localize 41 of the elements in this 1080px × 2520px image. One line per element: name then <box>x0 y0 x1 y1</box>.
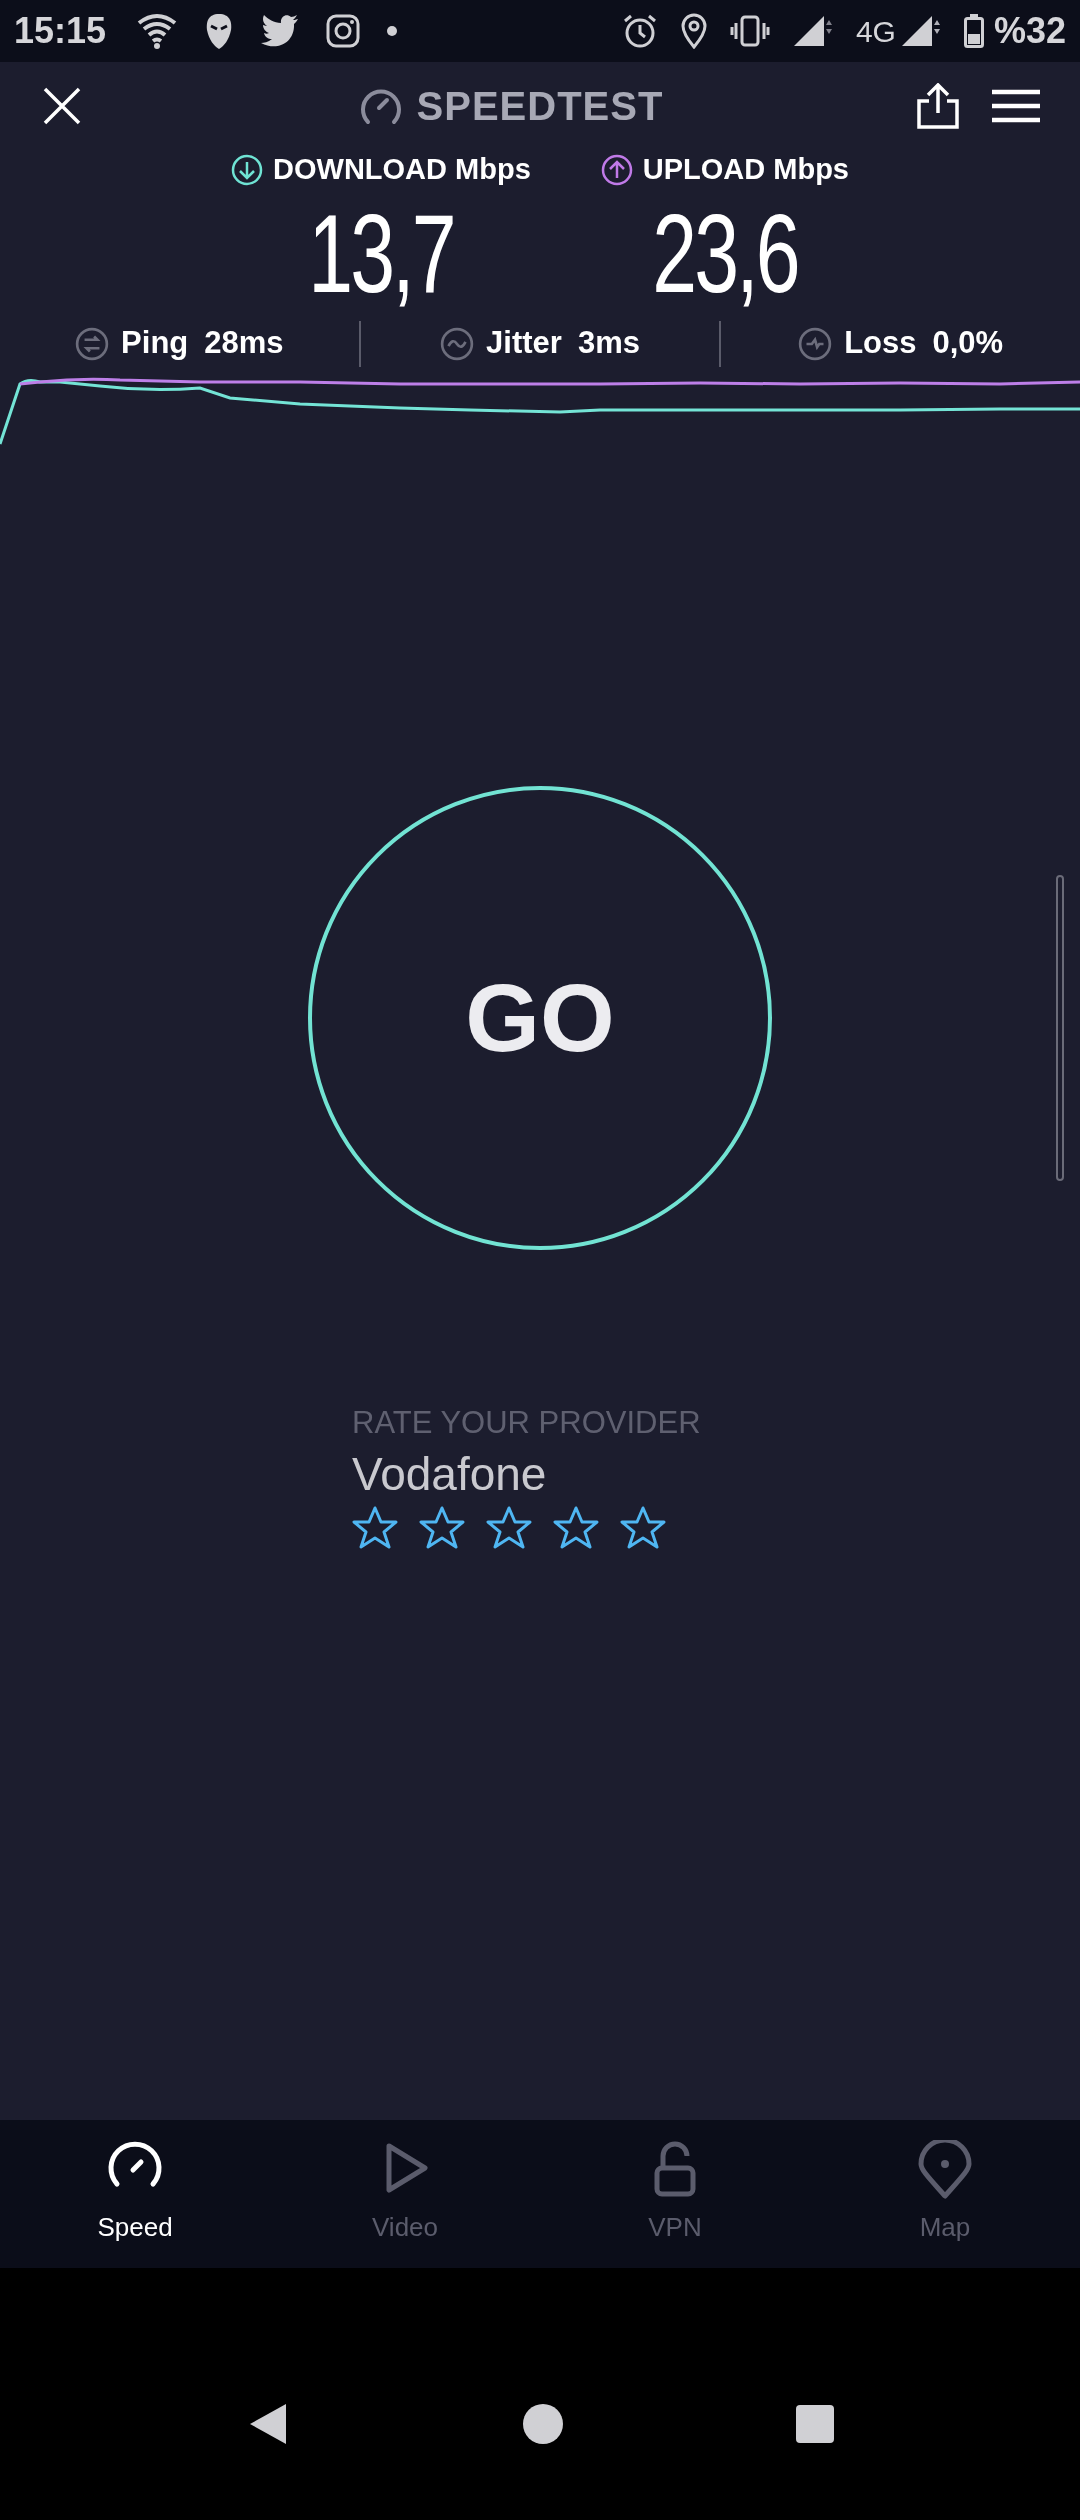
battery-percent: %32 <box>993 9 1066 53</box>
metric-label: Jitter <box>486 324 562 363</box>
nav-tab[interactable]: Map <box>810 2120 1080 2268</box>
rating-heading: RATE YOUR PROVIDER <box>352 1403 702 1442</box>
wifi-icon <box>136 13 179 49</box>
metric-label: Loss <box>844 324 917 363</box>
nav-tab[interactable]: Speed <box>0 2120 270 2268</box>
go-button[interactable]: GO <box>308 785 772 1250</box>
result-label: DOWNLOAD Mbps <box>273 152 531 187</box>
result-value: 23,6 <box>652 197 798 310</box>
star[interactable] <box>486 1505 532 1550</box>
star[interactable] <box>620 1505 666 1550</box>
wave-icon <box>440 326 475 361</box>
home-button[interactable] <box>523 2404 563 2444</box>
metric-value: 0,0% <box>932 324 1004 363</box>
share-button[interactable] <box>914 82 962 130</box>
dot-icon <box>386 25 399 37</box>
star[interactable] <box>352 1505 398 1550</box>
status-time: 15:15 <box>14 9 107 53</box>
camera-icon <box>326 14 361 48</box>
star[interactable] <box>553 1505 599 1550</box>
scrollbar[interactable] <box>1056 875 1064 1181</box>
vibrate-icon <box>729 15 770 47</box>
nav-tab[interactable]: VPN <box>540 2120 810 2268</box>
network-type-label: 4G <box>855 13 896 50</box>
metric-value: 28ms <box>204 324 284 363</box>
pulse-icon <box>798 326 833 361</box>
battery-icon <box>963 14 984 48</box>
nav-tab[interactable]: Video <box>270 2120 540 2268</box>
app-title: SPEEDTEST <box>416 83 664 130</box>
metric-label: Ping <box>121 324 189 363</box>
result-value: 13,7 <box>308 197 454 310</box>
recents-button[interactable] <box>795 2405 834 2443</box>
result-label: UPLOAD Mbps <box>642 152 849 187</box>
alarm-icon <box>621 13 658 49</box>
provider-name: Vodafone <box>352 1447 548 1502</box>
star[interactable] <box>419 1505 465 1550</box>
location-icon <box>679 13 708 49</box>
ping-icon <box>75 326 110 361</box>
bird-icon <box>260 14 301 48</box>
metric-value: 3ms <box>577 324 640 363</box>
